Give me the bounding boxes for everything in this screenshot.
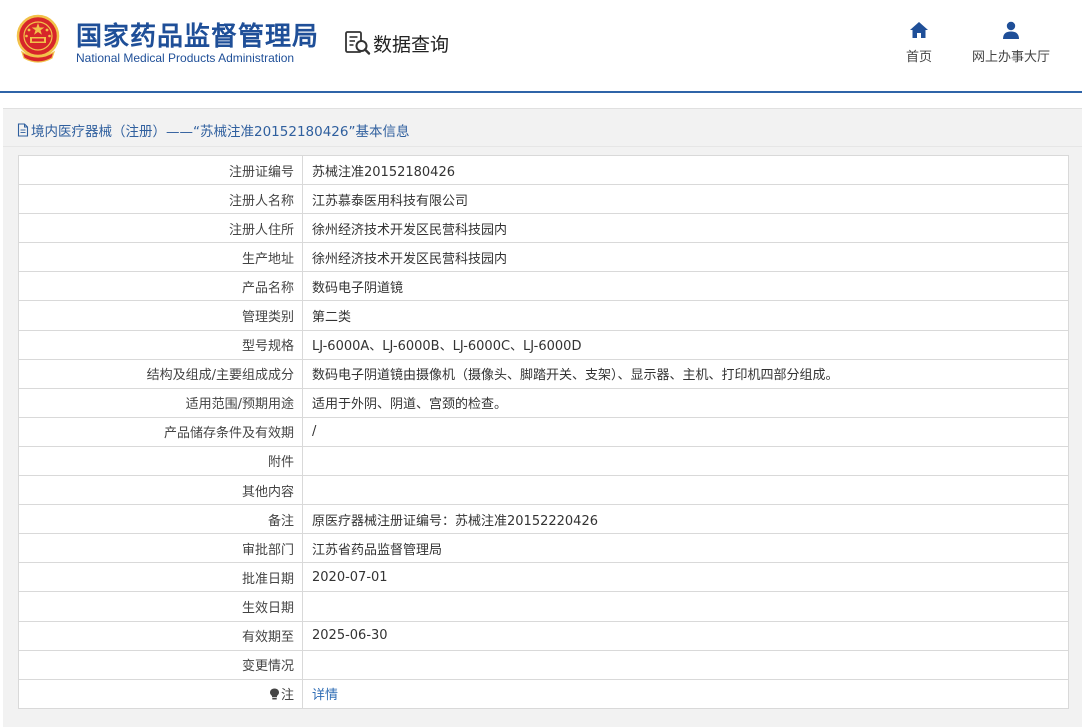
table-row: 备注 原医疗器械注册证编号：苏械注准20152220426 <box>18 504 1069 535</box>
nav-online-hall[interactable]: 网上办事大厅 <box>966 20 1056 65</box>
field-value: LJ-6000A、LJ-6000B、LJ-6000C、LJ-6000D <box>302 329 1069 360</box>
field-value <box>302 445 1069 477</box>
table-row: 其他内容 <box>18 475 1069 506</box>
table-row: 批准日期 2020-07-01 <box>18 562 1069 593</box>
data-query-link[interactable]: 数据查询 <box>344 28 449 58</box>
field-label: 管理类别 <box>18 300 303 331</box>
field-value: 适用于外阴、阴道、宫颈的检查。 <box>302 387 1069 418</box>
field-label: 产品储存条件及有效期 <box>18 416 303 447</box>
table-row: 附件 <box>18 445 1069 477</box>
field-label: 注册人住所 <box>18 213 303 244</box>
field-label: 附件 <box>18 445 303 477</box>
field-value: 2025-06-30 <box>302 620 1069 651</box>
table-row: 型号规格 LJ-6000A、LJ-6000B、LJ-6000C、LJ-6000D <box>18 329 1069 360</box>
field-value: 第二类 <box>302 300 1069 331</box>
field-value: 徐州经济技术开发区民营科技园内 <box>302 213 1069 244</box>
note-label: 注 <box>280 688 294 704</box>
field-label: 有效期至 <box>18 620 303 651</box>
field-label: 注册人名称 <box>18 184 303 215</box>
national-emblem-icon <box>16 14 60 63</box>
table-row: 有效期至 2025-06-30 <box>18 620 1069 651</box>
field-label: 型号规格 <box>18 329 303 360</box>
field-label: 审批部门 <box>18 533 303 564</box>
table-row: 生产地址 徐州经济技术开发区民营科技园内 <box>18 242 1069 273</box>
table-row: 变更情况 <box>18 649 1069 680</box>
field-value <box>302 475 1069 506</box>
note-value-cell: 详情 <box>302 678 1069 709</box>
panel-title-text: 境内医疗器械（注册）——“苏械注准20152180426”基本信息 <box>31 124 410 140</box>
search-document-icon <box>345 31 371 55</box>
table-row: 管理类别 第二类 <box>18 300 1069 331</box>
panel-title-bar: 境内医疗器械（注册）——“苏械注准20152180426”基本信息 <box>3 109 1082 147</box>
field-value: 数码电子阴道镜由摄像机（摄像头、脚踏开关、支架）、显示器、主机、打印机四部分组成… <box>302 358 1069 389</box>
field-label: 产品名称 <box>18 271 303 302</box>
table-row: 产品名称 数码电子阴道镜 <box>18 271 1069 302</box>
field-value: 苏械注准20152180426 <box>302 154 1069 186</box>
table-row: 审批部门 江苏省药品监督管理局 <box>18 533 1069 564</box>
document-icon <box>17 123 29 137</box>
field-value: 数码电子阴道镜 <box>302 271 1069 302</box>
field-value <box>302 591 1069 622</box>
org-name-en: National Medical Products Administration <box>76 51 295 65</box>
table-row: 适用范围/预期用途 适用于外阴、阴道、宫颈的检查。 <box>18 387 1069 418</box>
field-value: 原医疗器械注册证编号：苏械注准20152220426 <box>302 504 1069 535</box>
org-name-cn: 国家药品监督管理局 <box>76 22 320 52</box>
table-row: 产品储存条件及有效期 / <box>18 416 1069 447</box>
data-query-label: 数据查询 <box>373 33 450 56</box>
field-label: 变更情况 <box>18 649 303 680</box>
field-value: 徐州经济技术开发区民营科技园内 <box>302 242 1069 273</box>
nav-home-label: 首页 <box>905 50 932 65</box>
detail-table-wrap: 注册证编号 苏械注准20152180426 注册人名称 江苏慕泰医用科技有限公司 注册人… <box>18 154 1069 709</box>
note-label-cell: 注 <box>18 678 303 709</box>
table-row: 注册人住所 徐州经济技术开发区民营科技园内 <box>18 213 1069 244</box>
field-value: 江苏省药品监督管理局 <box>302 533 1069 564</box>
table-row: 注册人名称 江苏慕泰医用科技有限公司 <box>18 184 1069 215</box>
field-value: / <box>302 416 1069 447</box>
nav-home[interactable]: 首页 <box>898 20 940 65</box>
field-label: 生产地址 <box>18 242 303 273</box>
table-row-note: 注 详情 <box>18 678 1069 709</box>
field-label: 批准日期 <box>18 562 303 593</box>
field-label: 结构及组成/主要组成成分 <box>18 358 303 389</box>
detail-table: 注册证编号 苏械注准20152180426 注册人名称 江苏慕泰医用科技有限公司 注册人… <box>18 154 1069 709</box>
field-label: 备注 <box>18 504 303 535</box>
field-label: 适用范围/预期用途 <box>18 387 303 418</box>
header-divider <box>0 91 1082 93</box>
field-label: 其他内容 <box>18 475 303 506</box>
table-row: 生效日期 <box>18 591 1069 622</box>
field-value: 2020-07-01 <box>302 562 1069 593</box>
home-icon <box>910 22 928 38</box>
field-value <box>302 649 1069 680</box>
site-header: 国家药品监督管理局 National Medical Products Admi… <box>0 0 1082 94</box>
field-value: 江苏慕泰医用科技有限公司 <box>302 184 1069 215</box>
field-label: 生效日期 <box>18 591 303 622</box>
field-label: 注册证编号 <box>18 154 303 186</box>
lightbulb-icon <box>269 688 279 700</box>
table-row: 结构及组成/主要组成成分 数码电子阴道镜由摄像机（摄像头、脚踏开关、支架）、显示器… <box>18 358 1069 389</box>
user-icon <box>1003 21 1019 39</box>
info-panel: 境内医疗器械（注册）——“苏械注准20152180426”基本信息 注册证编号苏… <box>3 108 1082 727</box>
details-link[interactable]: 详情 <box>312 688 338 703</box>
table-row: 注册证编号 苏械注准20152180426 <box>18 154 1069 186</box>
nav-online-hall-label: 网上办事大厅 <box>971 50 1050 65</box>
panel-title: 境内医疗器械（注册）——“苏械注准20152180426”基本信息 <box>17 120 409 140</box>
detail-table-body: 注册证编号 苏械注准20152180426 注册人名称 江苏慕泰医用科技有限公司 注册人… <box>18 154 1069 709</box>
